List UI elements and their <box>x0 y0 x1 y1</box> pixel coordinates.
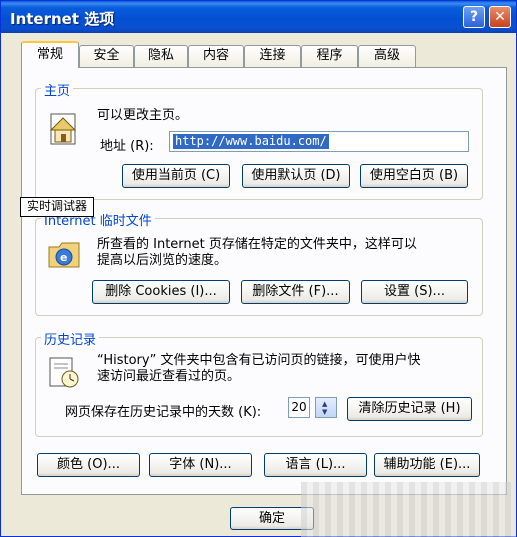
history-days-spinner[interactable]: ▲ ▼ <box>315 397 337 418</box>
use-current-page-button[interactable]: 使用当前页 (C) <box>122 164 230 188</box>
homepage-group-title: 主页 <box>41 80 74 99</box>
history-group-title: 历史记录 <box>41 329 100 348</box>
clear-history-button[interactable]: 清除历史记录 (H) <box>347 397 472 421</box>
delete-cookies-button[interactable]: 删除 Cookies (I)... <box>92 280 230 304</box>
tab-label: 连接 <box>259 48 286 63</box>
use-blank-page-button[interactable]: 使用空白页 (B) <box>360 164 468 188</box>
tab-label: 安全 <box>93 48 120 63</box>
tab-label: 隐私 <box>147 48 174 63</box>
home-page-icon <box>49 113 77 145</box>
tab-privacy[interactable]: 隐私 <box>134 45 188 67</box>
tab-advanced[interactable]: 高级 <box>358 45 416 67</box>
tab-label: 内容 <box>202 48 229 63</box>
tab-general[interactable]: 常规 <box>21 41 79 68</box>
tab-security[interactable]: 安全 <box>79 45 134 67</box>
fonts-button[interactable]: 字体 (N)... <box>149 453 252 477</box>
address-value: http://www.baidu.com/ <box>173 134 329 149</box>
title-bar[interactable]: Internet 选项 ? ✕ <box>1 1 516 33</box>
internet-options-dialog: Internet 选项 ? ✕ 常规 安全 隐私 内容 连接 程序 高级 主页 … <box>0 0 517 537</box>
history-days-label: 网页保存在历史记录中的天数 (K): <box>65 405 262 420</box>
use-default-page-button[interactable]: 使用默认页 (D) <box>242 164 350 188</box>
homepage-description: 可以更改主页。 <box>97 108 189 123</box>
tab-label: 高级 <box>373 48 400 63</box>
close-icon: ✕ <box>494 9 506 25</box>
temp-files-description-line2: 提高以后浏览的速度。 <box>97 253 228 268</box>
debugger-tooltip: 实时调试器 <box>20 197 94 217</box>
history-description-line2: 速访问最近查看过的页。 <box>97 369 241 384</box>
spin-up-icon[interactable]: ▲ <box>322 401 327 408</box>
watermark-patch <box>301 482 516 537</box>
tab-label: 程序 <box>316 48 343 63</box>
colors-button[interactable]: 颜色 (O)... <box>37 453 140 477</box>
help-button[interactable]: ? <box>463 6 485 28</box>
help-icon: ? <box>469 9 479 25</box>
spin-down-icon[interactable]: ▼ <box>322 409 327 416</box>
homepage-address-input[interactable]: http://www.baidu.com/ <box>169 131 469 152</box>
window-title: Internet 选项 <box>10 10 115 28</box>
tab-programs[interactable]: 程序 <box>301 45 358 67</box>
svg-text:e: e <box>60 251 67 264</box>
internet-folder-icon: e <box>48 242 80 268</box>
temp-files-settings-button[interactable]: 设置 (S)... <box>361 280 468 304</box>
history-icon <box>49 357 79 388</box>
close-button[interactable]: ✕ <box>489 6 511 28</box>
history-days-input[interactable]: 20 <box>288 397 310 418</box>
tab-connections[interactable]: 连接 <box>244 45 301 67</box>
tab-label: 常规 <box>36 47 63 62</box>
tab-content[interactable]: 内容 <box>188 45 244 67</box>
delete-files-button[interactable]: 删除文件 (F)... <box>241 280 350 304</box>
languages-button[interactable]: 语言 (L)... <box>264 453 367 477</box>
accessibility-button[interactable]: 辅助功能 (E)... <box>374 453 480 477</box>
address-label: 地址 (R): <box>100 139 154 154</box>
